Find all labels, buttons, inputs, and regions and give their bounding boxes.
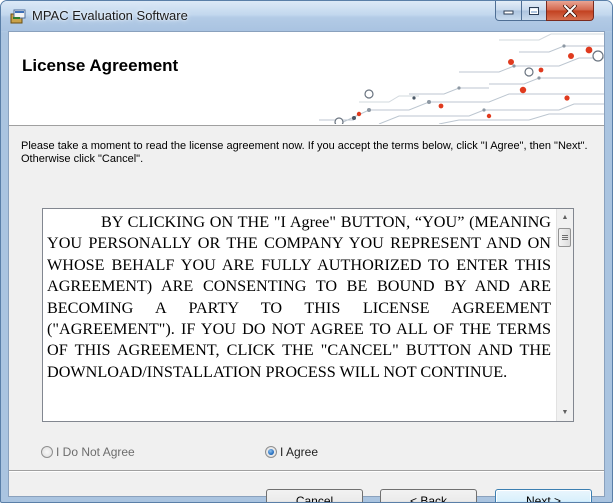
thumb-grip-line — [562, 239, 568, 240]
window-title: MPAC Evaluation Software — [32, 8, 188, 23]
close-icon — [563, 4, 577, 17]
radio-do-not-agree[interactable]: I Do Not Agree — [41, 445, 135, 459]
header-banner: License Agreement — [9, 32, 604, 126]
radio-agree-label[interactable]: I Agree — [280, 445, 318, 459]
scroll-down-arrow-icon[interactable]: ▼ — [557, 404, 573, 421]
back-button[interactable]: < Back — [380, 489, 477, 502]
scroll-thumb[interactable] — [558, 228, 571, 247]
scroll-up-arrow-icon[interactable]: ▲ — [557, 209, 573, 226]
maximize-button[interactable] — [521, 1, 547, 21]
maximize-icon — [529, 6, 539, 15]
license-text: BY CLICKING ON THE "I Agree" BUTTON, “YO… — [47, 213, 551, 381]
radio-do-not-agree-button[interactable] — [41, 446, 53, 458]
radio-do-not-agree-label[interactable]: I Do Not Agree — [56, 445, 135, 459]
page-title: License Agreement — [22, 56, 179, 75]
installer-package-icon — [10, 9, 26, 24]
instructions-text: Please take a moment to read the license… — [21, 140, 588, 165]
title-bar[interactable]: MPAC Evaluation Software — [1, 1, 612, 31]
license-text-box[interactable]: BY CLICKING ON THE "I Agree" BUTTON, “YO… — [42, 208, 574, 422]
thumb-grip-line — [562, 235, 568, 236]
license-scrollbar[interactable]: ▲ ▼ — [556, 209, 573, 421]
close-button[interactable] — [546, 1, 594, 21]
minimize-icon — [503, 10, 513, 14]
installer-window: MPAC Evaluation Software License Agreeme… — [0, 0, 613, 503]
cancel-button[interactable]: Cancel — [266, 489, 363, 502]
radio-agree-button[interactable] — [265, 446, 277, 458]
minimize-button[interactable] — [495, 1, 522, 21]
thumb-grip-line — [562, 237, 568, 238]
dialog-client-area: License Agreement Please take a moment t… — [8, 31, 605, 502]
next-button[interactable]: Next > — [495, 489, 592, 502]
radio-agree[interactable]: I Agree — [265, 445, 318, 459]
footer-divider — [9, 470, 604, 472]
circuit-decoration-icon — [319, 33, 604, 124]
